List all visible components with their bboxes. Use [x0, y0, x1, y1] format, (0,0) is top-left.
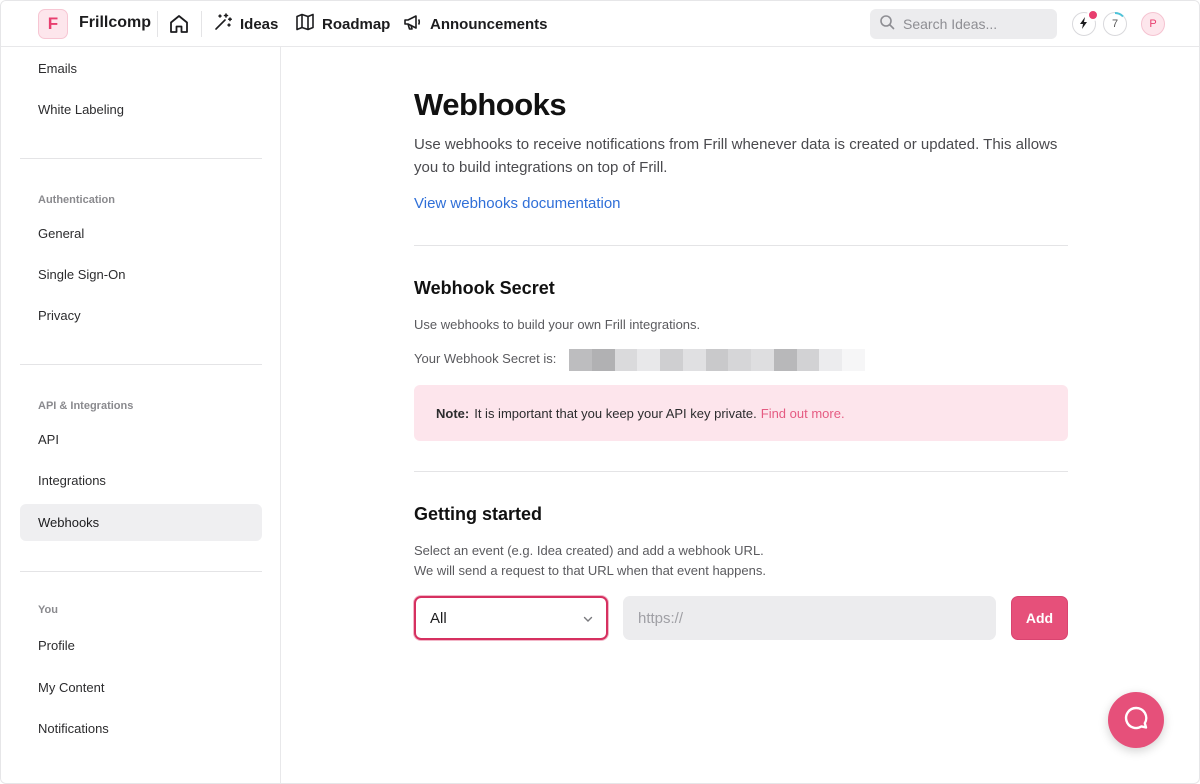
logo[interactable]: F: [38, 9, 68, 39]
sidebar-item-emails[interactable]: Emails: [20, 50, 262, 87]
sidebar-divider: [20, 364, 262, 365]
sidebar-divider: [20, 158, 262, 159]
map-icon: [295, 12, 315, 36]
settings-sidebar: Emails White Labeling Authentication Gen…: [1, 47, 281, 783]
getting-started-line-2: We will send a request to that URL when …: [414, 563, 766, 578]
nav-roadmap[interactable]: Roadmap: [295, 13, 390, 35]
avatar[interactable]: P: [1141, 12, 1165, 36]
nav-ideas[interactable]: Ideas: [213, 13, 278, 35]
progress-ring-icon: [1114, 12, 1124, 18]
megaphone-icon: [403, 12, 423, 36]
sidebar-item-notifications[interactable]: Notifications: [20, 710, 262, 747]
brand-name[interactable]: Frillcomp: [79, 14, 151, 32]
section-divider: [414, 245, 1068, 246]
top-bar: F Frillcomp Ideas Roadmap Announcements: [1, 1, 1199, 47]
search-icon: [879, 14, 895, 35]
note-text: It is important that you keep your API k…: [474, 405, 757, 421]
sidebar-item-my-content[interactable]: My Content: [20, 669, 262, 706]
getting-started-line-1: Select an event (e.g. Idea created) and …: [414, 543, 764, 558]
chat-bubble-icon: [1123, 705, 1149, 736]
sidebar-heading-you: You: [38, 604, 58, 616]
progress-indicator[interactable]: 7: [1103, 12, 1127, 36]
api-key-note: Note: It is important that you keep your…: [414, 385, 1068, 441]
chat-launcher-button[interactable]: [1108, 692, 1164, 748]
webhook-secret-heading: Webhook Secret: [414, 278, 555, 298]
webhook-secret-description: Use webhooks to build your own Frill int…: [414, 317, 701, 332]
sidebar-item-single-sign-on[interactable]: Single Sign-On: [20, 256, 262, 293]
app-window: F Frillcomp Ideas Roadmap Announcements: [0, 0, 1200, 784]
sidebar-item-webhooks[interactable]: Webhooks: [20, 504, 262, 541]
sparkles-icon: [213, 12, 233, 36]
add-webhook-button[interactable]: Add: [1011, 596, 1068, 640]
nav-roadmap-label: Roadmap: [322, 15, 391, 33]
nav-ideas-label: Ideas: [240, 15, 279, 33]
search-input[interactable]: [903, 16, 1043, 32]
sidebar-item-privacy[interactable]: Privacy: [20, 297, 262, 334]
event-select-value: All: [430, 609, 447, 627]
nav-announcements[interactable]: Announcements: [403, 13, 548, 35]
divider: [201, 11, 202, 37]
sidebar-heading-api-integrations: API & Integrations: [38, 400, 134, 412]
divider: [157, 11, 158, 37]
sidebar-item-profile[interactable]: Profile: [20, 627, 262, 664]
getting-started-heading: Getting started: [414, 504, 543, 524]
webhook-secret-label: Your Webhook Secret is:: [414, 351, 557, 366]
section-divider: [414, 471, 1068, 472]
chevron-down-icon: [582, 612, 594, 629]
webhook-url-input[interactable]: [623, 596, 996, 640]
notification-dot: [1087, 9, 1099, 21]
event-select[interactable]: All: [414, 596, 608, 640]
sidebar-divider: [20, 571, 262, 572]
sidebar-item-white-labeling[interactable]: White Labeling: [20, 91, 262, 128]
page-description: Use webhooks to receive notifications fr…: [414, 136, 1058, 176]
sidebar-item-api[interactable]: API: [20, 421, 262, 458]
page-title: Webhooks: [414, 87, 567, 122]
webhooks-documentation-link[interactable]: View webhooks documentation: [414, 195, 621, 212]
sidebar-item-general[interactable]: General: [20, 215, 262, 252]
notifications-button[interactable]: [1072, 9, 1099, 36]
sidebar-heading-authentication: Authentication: [38, 194, 115, 206]
search-box[interactable]: [870, 9, 1057, 39]
find-out-more-link[interactable]: Find out more.: [761, 406, 845, 421]
webhook-secret-value-masked: [569, 349, 865, 371]
note-label: Note:: [436, 405, 470, 421]
nav-announcements-label: Announcements: [430, 15, 548, 33]
home-icon[interactable]: [167, 12, 191, 36]
sidebar-item-integrations[interactable]: Integrations: [20, 462, 262, 499]
